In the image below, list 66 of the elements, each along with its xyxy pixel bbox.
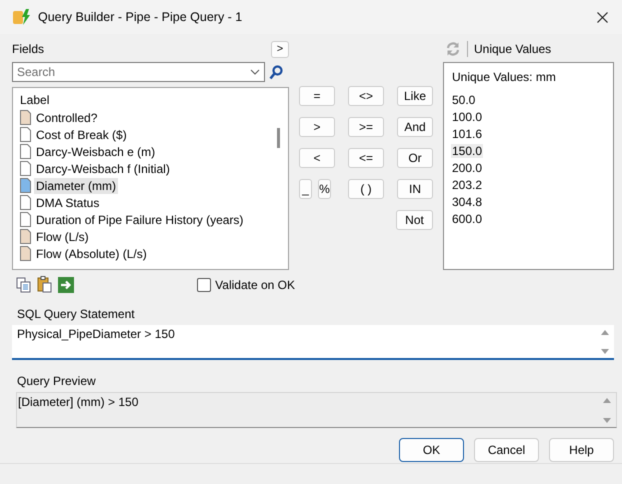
value-item[interactable]: 600.0 [451,212,484,226]
operator-button[interactable]: > [299,117,335,137]
scroll-down-icon[interactable] [602,417,612,424]
operator-button[interactable]: >= [348,117,384,137]
value-item[interactable]: 304.8 [451,194,484,208]
value-item[interactable]: 50.0 [451,92,476,106]
document-icon [20,246,31,261]
scroll-up-icon[interactable] [602,397,612,404]
dialog-button[interactable]: OK [399,438,464,462]
field-item[interactable]: Flow (L/s) [34,228,91,244]
operator-button[interactable]: <= [348,148,384,168]
operator-button[interactable]: _ [299,179,312,199]
column-header: Unique Values: mm [451,70,557,84]
document-icon [20,178,31,193]
dialog-button[interactable]: Cancel [474,438,539,462]
document-icon [20,110,31,125]
field-item[interactable]: Flow (Absolute) (L/s) [34,246,149,262]
document-icon [20,195,31,210]
field-item[interactable]: Duration of Pipe Failure History (years) [34,212,246,228]
operator-button[interactable]: % [318,179,331,199]
app-icon [13,9,31,25]
document-icon [20,212,31,227]
operator-button[interactable]: Or [397,148,433,168]
operator-button[interactable]: <> [348,86,384,106]
operator-button[interactable]: ( ) [348,179,384,199]
scroll-down-icon[interactable] [600,348,610,355]
operator-button[interactable]: And [397,117,433,137]
caret-icon[interactable] [250,69,260,75]
value-item[interactable]: 200.0 [451,160,484,174]
operator-button[interactable]: IN [396,179,433,199]
value-item[interactable]: 101.6 [451,126,484,140]
operator-button[interactable]: < [299,148,335,168]
document-icon [20,229,31,244]
field-item[interactable]: Darcy-Weisbach f (Initial) [34,160,172,176]
arrow-icon[interactable] [58,276,74,292]
operator-button[interactable]: Not [396,210,433,230]
scroll-up-icon[interactable] [600,329,610,336]
close-icon[interactable] [596,12,608,22]
paste-icon[interactable] [37,276,52,293]
document-icon [20,144,31,159]
value-item[interactable]: 203.2 [451,178,484,192]
operator-button[interactable]: Like [397,86,433,106]
copy-icon[interactable] [16,276,31,292]
unique-values-label: Unique Values [474,42,552,56]
scrollbar-thumb[interactable] [277,128,280,148]
field-item[interactable]: Controlled? [34,110,100,126]
window-title: Query Builder - Pipe - Pipe Query - 1 [38,10,244,24]
fields-label: Fields [12,42,44,56]
operator-button[interactable]: = [299,86,335,106]
document-icon [20,161,31,176]
search-icon[interactable] [269,64,283,80]
field-item[interactable]: DMA Status [34,194,102,210]
dialog-button[interactable]: Help [549,438,614,462]
field-item[interactable]: Cost of Break ($) [34,126,129,142]
field-item[interactable]: Darcy-Weisbach e (m) [34,144,158,160]
sql-statement-label: SQL Query Statement [16,307,136,321]
search-box[interactable]: Search [12,62,265,82]
value-item[interactable]: 100.0 [451,110,484,124]
value-item[interactable]: 150.0 [451,144,484,158]
document-icon [20,127,31,142]
column-header: Label [19,92,50,109]
query-preview-label: Query Preview [16,374,97,388]
field-item[interactable]: Diameter (mm) [34,178,118,194]
search-field[interactable]: Search [17,65,250,79]
validate-checkbox[interactable]: Validate on OK [197,278,295,292]
expand-button[interactable]: > [271,40,289,58]
